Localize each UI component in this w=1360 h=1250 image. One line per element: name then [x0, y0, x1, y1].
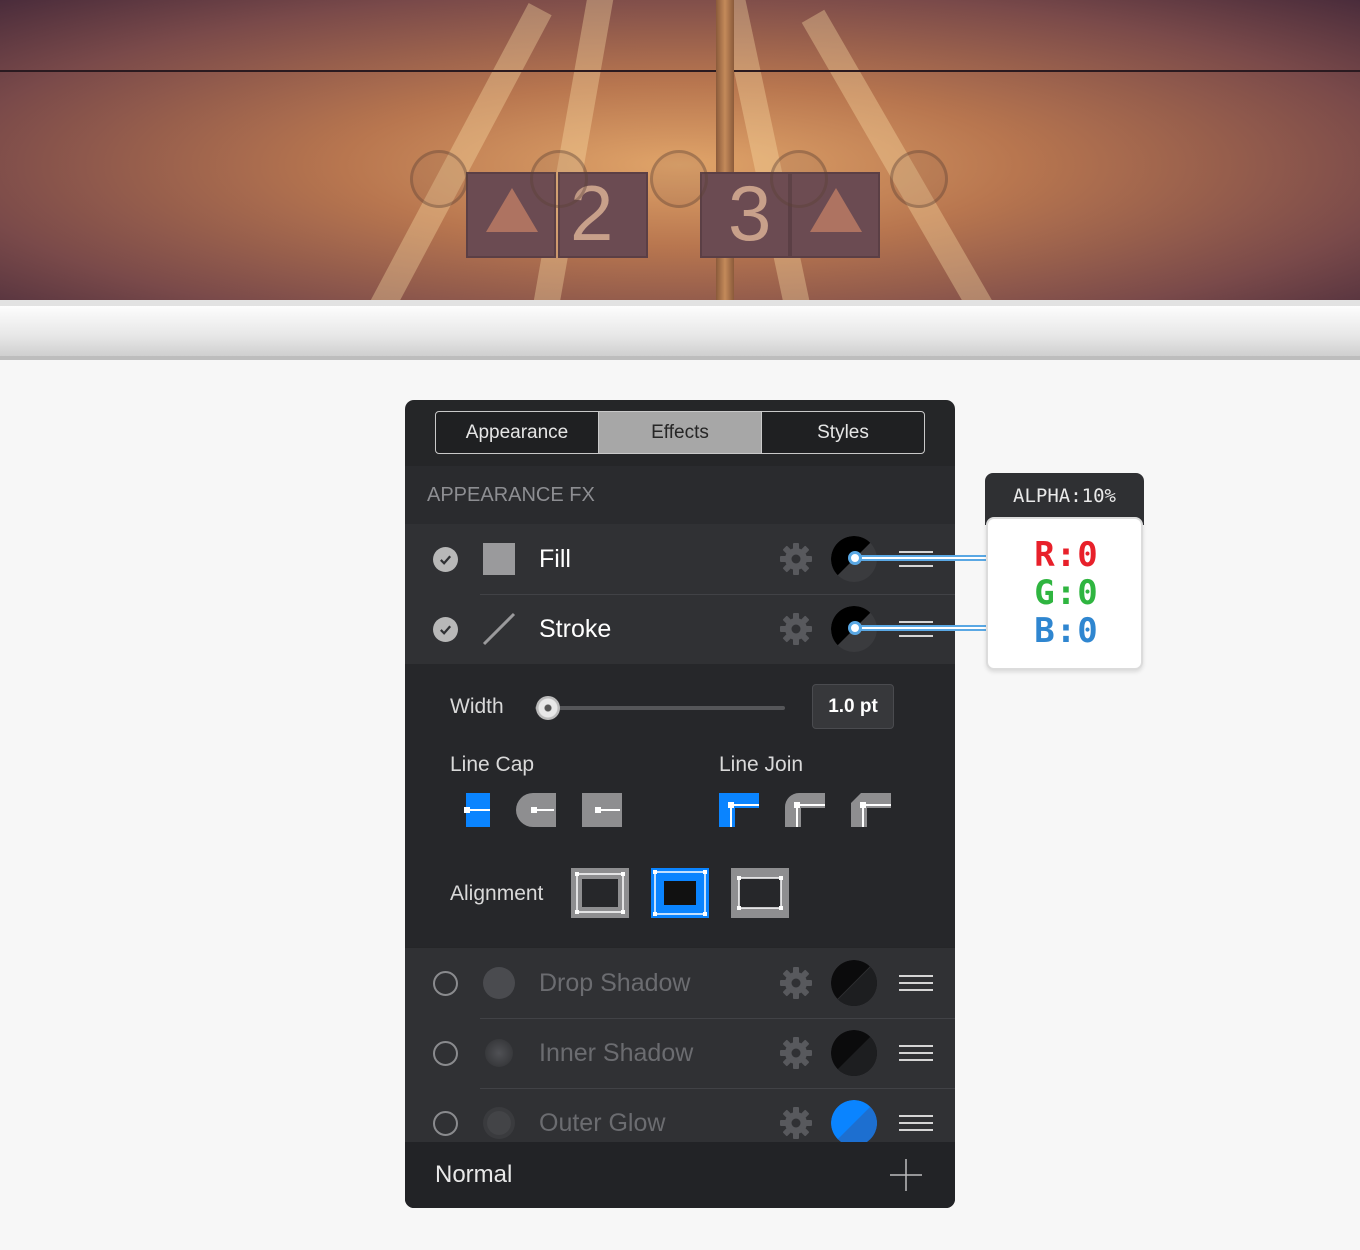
green-value: G:0	[1034, 573, 1099, 613]
fx-label: Drop Shadow	[539, 968, 691, 997]
round-cap-button[interactable]	[516, 793, 556, 827]
stroke-line-icon	[481, 611, 517, 647]
line-join-label: Line Join	[719, 753, 804, 776]
overhead-wire	[0, 70, 1360, 72]
checkmark-icon[interactable]	[433, 547, 458, 572]
drag-handle-icon[interactable]	[899, 1045, 933, 1061]
overlay-circle	[410, 150, 468, 208]
rgb-callout: R:0 G:0 B:0	[986, 517, 1143, 670]
inner-shadow-icon	[481, 1035, 517, 1071]
width-value-field[interactable]: 1.0 pt	[812, 684, 894, 729]
tab-effects[interactable]: Effects	[599, 412, 762, 453]
callout-anchor	[848, 621, 862, 635]
gear-icon[interactable]	[778, 1035, 814, 1071]
panel-footer: Normal	[405, 1142, 955, 1208]
section-title: APPEARANCE FX	[405, 466, 955, 524]
callout-leader	[858, 555, 988, 561]
outer-glow-icon	[481, 1105, 517, 1141]
gear-icon[interactable]	[778, 541, 814, 577]
overlay-circle	[770, 150, 828, 208]
fx-row-drop-shadow[interactable]: Drop Shadow	[405, 948, 955, 1018]
warning-triangle-icon	[486, 188, 538, 232]
drag-handle-icon[interactable]	[899, 975, 933, 991]
fill-square-icon	[481, 541, 517, 577]
fx-label: Fill	[539, 544, 571, 573]
tab-appearance[interactable]: Appearance	[436, 412, 599, 453]
radio-button[interactable]	[433, 1111, 458, 1136]
fx-label: Inner Shadow	[539, 1038, 694, 1067]
color-swatch[interactable]	[831, 1030, 877, 1076]
add-effect-icon[interactable]	[889, 1158, 923, 1192]
radio-button[interactable]	[433, 971, 458, 996]
align-center-button[interactable]	[651, 868, 709, 918]
width-label: Width	[450, 695, 504, 718]
alignment-label: Alignment	[450, 882, 544, 905]
color-swatch[interactable]	[831, 1100, 877, 1146]
color-swatch[interactable]	[831, 960, 877, 1006]
square-cap-button[interactable]	[582, 793, 622, 827]
callout-anchor	[848, 551, 862, 565]
line-cap-label: Line Cap	[450, 753, 535, 776]
blend-mode-select[interactable]: Normal	[435, 1142, 512, 1208]
overlay-circle	[890, 150, 948, 208]
overlay-circle	[650, 150, 708, 208]
bevel-join-button[interactable]	[851, 793, 891, 827]
gear-icon[interactable]	[778, 1105, 814, 1141]
align-inside-button[interactable]	[571, 868, 629, 918]
overlay-circle	[530, 150, 588, 208]
panel-tabs: Appearance Effects Styles	[435, 411, 925, 454]
gear-icon[interactable]	[778, 611, 814, 647]
drag-handle-icon[interactable]	[899, 1115, 933, 1131]
appearance-panel: Appearance Effects Styles APPEARANCE FX …	[405, 400, 955, 1208]
drop-shadow-icon	[481, 965, 517, 1001]
align-outside-button[interactable]	[731, 868, 789, 918]
header-photo: 2 3	[0, 0, 1360, 300]
butt-cap-button[interactable]	[460, 793, 500, 827]
checkmark-icon[interactable]	[433, 617, 458, 642]
width-slider-knob[interactable]	[535, 696, 560, 720]
round-join-button[interactable]	[785, 793, 825, 827]
gear-icon[interactable]	[778, 965, 814, 1001]
fx-label: Stroke	[539, 614, 612, 643]
callout-leader	[858, 625, 988, 631]
radio-button[interactable]	[433, 1041, 458, 1066]
fx-row-inner-shadow[interactable]: Inner Shadow	[405, 1018, 955, 1088]
blue-value: B:0	[1034, 611, 1099, 651]
width-slider-track[interactable]	[535, 706, 785, 710]
red-value: R:0	[1034, 535, 1099, 575]
tab-styles[interactable]: Styles	[762, 412, 924, 453]
platform-number: 3	[728, 169, 772, 257]
miter-join-button[interactable]	[719, 793, 759, 827]
toolbar-strip	[0, 300, 1360, 360]
